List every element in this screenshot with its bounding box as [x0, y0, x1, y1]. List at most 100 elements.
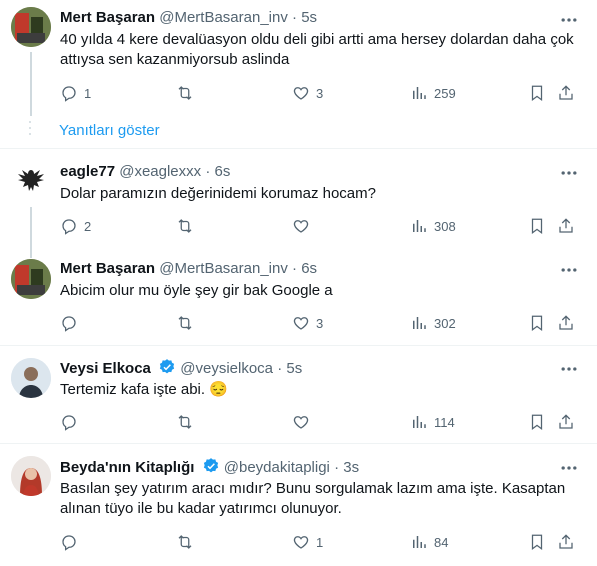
views-icon	[413, 220, 426, 232]
views-button[interactable]: 259	[410, 81, 456, 105]
more-icon[interactable]	[559, 163, 579, 183]
reply-button[interactable]	[60, 311, 84, 335]
views-button[interactable]: 308	[410, 214, 456, 238]
retweet-button[interactable]	[176, 410, 200, 434]
more-icon[interactable]	[559, 10, 579, 30]
share-icon	[559, 414, 573, 429]
like-button[interactable]: 1	[292, 530, 323, 554]
bookmark-icon	[531, 534, 543, 551]
reply-button[interactable]: 1	[60, 81, 91, 105]
retweet-button[interactable]	[176, 311, 200, 335]
retweet-button[interactable]	[176, 214, 200, 238]
tweet-text-body: Tertemiz kafa işte abi.	[60, 381, 206, 398]
like-button[interactable]: 3	[292, 81, 323, 105]
like-icon	[293, 536, 309, 549]
tweet-5[interactable]: Beyda'nın Kitaplığı @beydakitapligi · 3s…	[0, 444, 597, 566]
thread-dots	[29, 121, 33, 139]
tweet-4[interactable]: Veysi Elkoca @veysielkoca · 5s Tertemiz …	[0, 346, 597, 442]
views-count: 259	[434, 85, 456, 101]
bookmark-icon	[531, 218, 543, 235]
reply-button[interactable]	[60, 410, 84, 434]
author-name[interactable]: Veysi Elkoca	[60, 360, 151, 377]
like-button[interactable]	[292, 214, 316, 238]
share-icon	[559, 85, 573, 100]
bookmark-icon	[531, 85, 543, 102]
reply-icon	[62, 86, 76, 102]
retweet-icon	[178, 316, 192, 330]
views-icon	[413, 536, 426, 548]
author-handle[interactable]: @beydakitapligi	[224, 459, 330, 476]
share-icon	[559, 315, 573, 330]
author-handle[interactable]: @MertBasaran_inv	[159, 9, 288, 26]
views-button[interactable]: 302	[410, 311, 456, 335]
share-button[interactable]	[557, 410, 575, 434]
like-count: 3	[316, 85, 324, 101]
author-name[interactable]: eagle77	[60, 163, 115, 180]
show-replies-link[interactable]: Yanıtları göster	[59, 122, 160, 139]
retweet-button[interactable]	[176, 530, 200, 554]
views-icon	[413, 416, 426, 428]
retweet-button[interactable]	[176, 81, 200, 105]
reply-count: 1	[84, 85, 92, 101]
tweet-text: Dolar paramızın değerinidemi korumaz hoc…	[60, 185, 376, 202]
tweet-1[interactable]: Mert Başaran @MertBasaran_inv · 5s 40 yı…	[0, 0, 597, 116]
views-count: 302	[434, 315, 456, 331]
reply-count: 2	[84, 218, 92, 234]
bookmark-button[interactable]	[528, 410, 546, 434]
share-button[interactable]	[557, 81, 575, 105]
avatar[interactable]	[11, 456, 51, 496]
tweet-3[interactable]: Mert Başaran @MertBasaran_inv · 6s Abici…	[0, 245, 597, 345]
views-icon	[413, 317, 426, 329]
avatar[interactable]	[11, 7, 51, 47]
more-icon[interactable]	[559, 458, 579, 478]
like-icon	[293, 416, 309, 429]
bookmark-button[interactable]	[528, 530, 546, 554]
tweet-2[interactable]: eagle77 @xeaglexxx · 6s Dolar paramızın …	[0, 149, 597, 245]
bookmark-icon	[531, 414, 543, 431]
like-icon	[293, 317, 309, 330]
like-count: 1	[316, 534, 324, 550]
like-count: 3	[316, 315, 324, 331]
bookmark-button[interactable]	[528, 214, 546, 238]
share-icon	[559, 534, 573, 549]
like-icon	[293, 87, 309, 100]
avatar[interactable]	[11, 162, 51, 202]
more-icon[interactable]	[559, 359, 579, 379]
tweet-text: Tertemiz kafa işte abi. 😔	[60, 380, 575, 400]
share-button[interactable]	[557, 530, 575, 554]
like-button[interactable]: 3	[292, 311, 323, 335]
author-name[interactable]: Beyda'nın Kitaplığı	[60, 459, 194, 476]
bookmark-button[interactable]	[528, 311, 546, 335]
emoji: 😔	[209, 381, 228, 398]
tweet-time[interactable]: 6s	[301, 260, 317, 277]
views-button[interactable]: 114	[410, 410, 455, 434]
more-icon[interactable]	[559, 260, 579, 280]
author-name[interactable]: Mert Başaran	[60, 9, 155, 26]
views-count: 114	[434, 414, 455, 430]
tweet-text: Basılan şey yatırım aracı mıdır? Bunu so…	[60, 480, 566, 517]
tweet-time[interactable]: 3s	[343, 459, 359, 476]
retweet-icon	[178, 535, 192, 549]
retweet-icon	[178, 219, 192, 233]
bookmark-button[interactable]	[528, 81, 546, 105]
bookmark-icon	[531, 315, 543, 332]
reply-icon	[62, 415, 76, 431]
reply-button[interactable]	[60, 530, 84, 554]
avatar[interactable]	[11, 259, 51, 299]
author-handle[interactable]: @xeaglexxx	[119, 163, 201, 180]
author-handle[interactable]: @veysielkoca	[180, 360, 273, 377]
share-button[interactable]	[557, 311, 575, 335]
verified-badge-icon	[202, 457, 220, 481]
tweet-time[interactable]: 5s	[301, 9, 317, 26]
like-button[interactable]	[292, 410, 316, 434]
share-button[interactable]	[557, 214, 575, 238]
tweet-time[interactable]: 6s	[215, 163, 231, 180]
share-icon	[559, 218, 573, 233]
avatar[interactable]	[11, 358, 51, 398]
tweet-time[interactable]: 5s	[286, 360, 302, 377]
views-button[interactable]: 84	[410, 530, 448, 554]
author-handle[interactable]: @MertBasaran_inv	[159, 260, 288, 277]
author-name[interactable]: Mert Başaran	[60, 260, 155, 277]
reply-button[interactable]: 2	[60, 214, 91, 238]
tweet-text: Abicim olur mu öyle şey gir bak Google a	[60, 282, 333, 299]
